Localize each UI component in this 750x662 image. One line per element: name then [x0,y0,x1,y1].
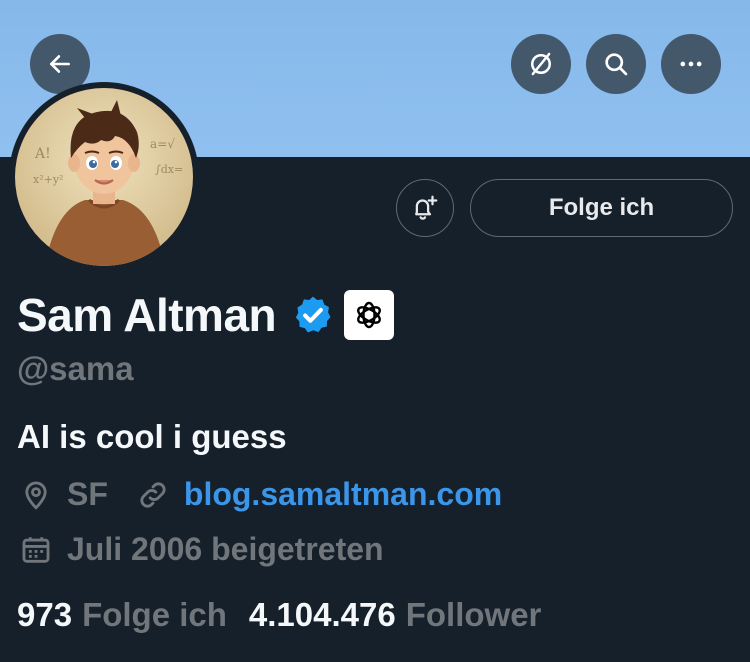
svg-text:∫dx=: ∫dx= [155,163,183,176]
calendar-icon [19,532,53,568]
avatar-frame: A! a=√ ∫dx= x²+y² [9,82,199,272]
mute-button[interactable] [511,34,571,94]
name-row: Sam Altman [17,286,395,344]
profile-meta-location: SF blog.samaltman.com [19,476,502,513]
notifications-button[interactable] [396,179,454,237]
profile-meta-joined: Juli 2006 beigetreten [19,531,384,568]
website-link[interactable]: blog.samaltman.com [184,476,502,513]
svg-text:A!: A! [34,146,51,162]
followers-label: Follower [405,596,542,633]
joined-date: Juli 2006 beigetreten [67,531,384,567]
verified-badge-icon[interactable] [292,294,334,336]
following-count: 973 [17,596,73,633]
followers-stat[interactable]: 4.104.476 Follower [249,596,542,634]
bio-text: AI is cool i guess [17,418,287,455]
arrow-left-icon [50,55,70,73]
search-button[interactable] [586,34,646,94]
openai-logo-icon[interactable] [344,290,395,340]
more-horizontal-icon [680,61,702,67]
bell-plus-icon [415,195,438,220]
follow-button[interactable]: Folge ich [470,179,733,237]
display-name: Sam Altman [17,289,277,341]
following-label: Folge ich [82,596,227,633]
location-pin-icon [19,477,53,513]
more-button[interactable] [661,34,721,94]
profile-avatar[interactable]: A! a=√ ∫dx= x²+y² [15,88,193,266]
svg-text:x²+y²: x²+y² [33,173,63,186]
follow-stats: 973 Folge ich 4.104.476 Follower [17,596,541,634]
followers-count: 4.104.476 [248,596,396,633]
location-text: SF [67,476,108,512]
svg-text:a=√: a=√ [150,137,175,151]
user-handle: @sama [17,350,134,387]
search-icon [605,53,628,76]
circle-slash-icon [531,52,551,76]
following-stat[interactable]: 973 Folge ich [17,596,227,634]
link-icon [136,478,170,512]
